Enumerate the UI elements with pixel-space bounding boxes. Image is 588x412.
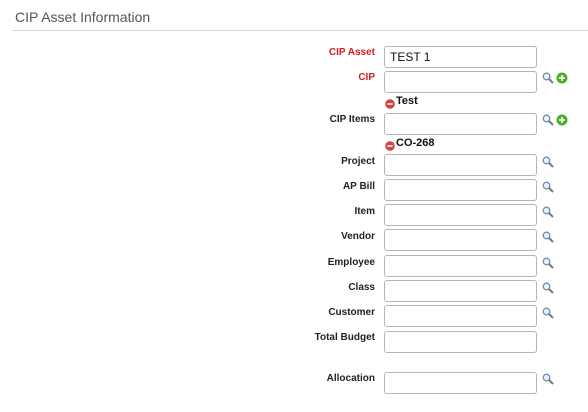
customer-input[interactable] [384, 305, 537, 327]
cip-tag-text: Test [396, 95, 418, 107]
allocation-label: Allocation [326, 373, 375, 384]
ap-bill-input[interactable] [384, 179, 537, 201]
vendor-search-icon[interactable] [542, 231, 554, 243]
class-label: Class [348, 282, 375, 293]
cip-items-selected-tag: CO-268 [385, 136, 435, 151]
item-search-icon[interactable] [542, 206, 554, 218]
project-input[interactable] [384, 154, 537, 176]
project-label: Project [341, 156, 375, 167]
ap-bill-label: AP Bill [342, 181, 375, 192]
cip-asset-input[interactable] [384, 46, 537, 68]
cip-items-search-icon[interactable] [542, 114, 554, 126]
total-budget-input[interactable] [384, 331, 537, 353]
project-search-icon[interactable] [542, 156, 554, 168]
allocation-input[interactable] [384, 372, 537, 394]
cip-items-add-icon[interactable] [556, 114, 568, 126]
customer-search-icon[interactable] [542, 307, 554, 319]
item-input[interactable] [384, 204, 537, 226]
class-input[interactable] [384, 280, 537, 302]
cip-items-remove-icon[interactable] [385, 138, 395, 151]
cip-remove-icon[interactable] [385, 96, 395, 109]
cip-selected-tag: Test [385, 94, 418, 109]
item-label: Item [354, 206, 375, 217]
cip-items-input[interactable] [384, 113, 537, 135]
vendor-input[interactable] [384, 229, 537, 251]
cip-items-label: CIP Items [329, 114, 375, 125]
cip-search-icon[interactable] [542, 72, 554, 84]
cip-add-icon[interactable] [556, 72, 568, 84]
cip-label: CIP [358, 72, 375, 83]
cip-items-tag-text: CO-268 [396, 137, 435, 149]
vendor-label: Vendor [341, 231, 375, 242]
ap-bill-search-icon[interactable] [542, 181, 554, 193]
class-search-icon[interactable] [542, 282, 554, 294]
section-title: CIP Asset Information [15, 9, 151, 25]
section-divider [12, 30, 588, 31]
total-budget-label: Total Budget [314, 332, 375, 343]
cip-asset-label: CIP Asset [328, 47, 375, 58]
allocation-search-icon[interactable] [542, 373, 554, 385]
cip-input[interactable] [384, 71, 537, 93]
employee-input[interactable] [384, 255, 537, 277]
customer-label: Customer [328, 307, 375, 318]
employee-search-icon[interactable] [542, 257, 554, 269]
employee-label: Employee [327, 257, 375, 268]
